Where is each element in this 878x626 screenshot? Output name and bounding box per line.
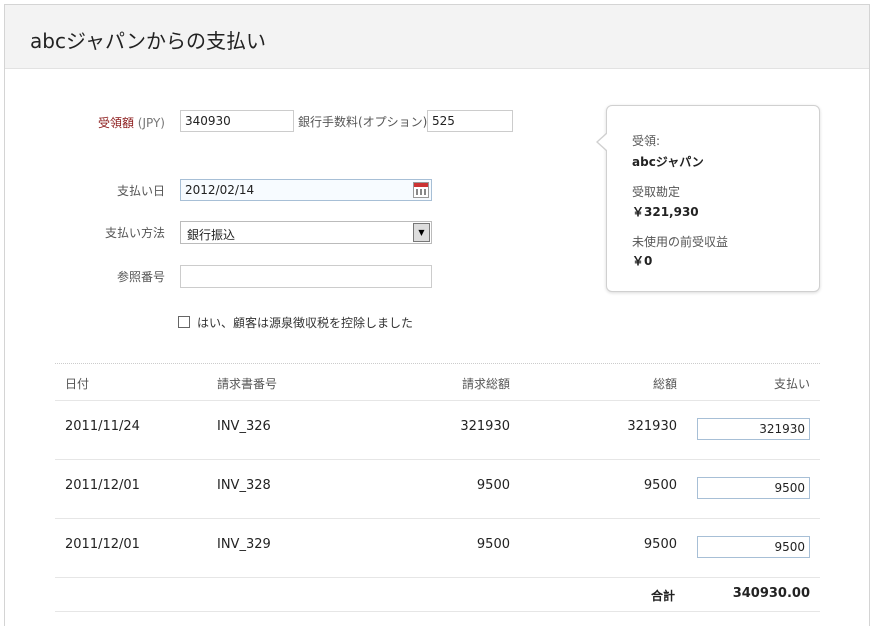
total-label: 合計 (650, 589, 675, 603)
payment-window: abcジャパンからの支払い 受領額 (JPY) 銀行手数料(オプション) 支払い… (4, 4, 870, 626)
unused-credit-value: ￥0 (632, 254, 653, 268)
bank-fee-label: 銀行手数料(オプション) (298, 115, 428, 129)
accounts-receivable-value: ￥321,930 (632, 205, 699, 219)
chevron-down-icon[interactable]: ▼ (413, 223, 430, 242)
row-payment-input[interactable] (697, 418, 810, 440)
row-invoice-number: INV_328 (217, 478, 271, 493)
currency-unit: (JPY) (137, 116, 165, 130)
col-header-invoice-total: 請求総額 (461, 377, 510, 391)
payment-method-select[interactable]: 銀行振込 ▼ (180, 221, 432, 244)
total-value: 340930.00 (732, 586, 810, 601)
row-date: 2011/12/01 (65, 537, 140, 552)
row-date: 2011/11/24 (65, 419, 140, 434)
received-from-value: abcジャパン (632, 155, 704, 169)
amount-received-input[interactable] (180, 110, 294, 132)
payment-date-input[interactable] (180, 179, 432, 201)
col-header-invoice-number: 請求書番号 (217, 377, 278, 391)
tds-checkbox-label: はい、顧客は源泉徴収税を控除しました (197, 316, 414, 330)
row-date: 2011/12/01 (65, 478, 140, 493)
payment-method-value: 銀行振込 (187, 228, 236, 242)
row-payment-input[interactable] (697, 477, 810, 499)
row-amount-due: 9500 (643, 537, 677, 552)
col-header-date: 日付 (65, 377, 90, 391)
row-amount-due: 9500 (643, 478, 677, 493)
payment-date-field (180, 179, 432, 201)
row-invoice-total: 321930 (460, 419, 510, 434)
payment-summary-card: 受領: abcジャパン 受取勘定 ￥321,930 未使用の前受収益 ￥0 (596, 105, 820, 292)
col-header-payment: 支払い (773, 377, 810, 391)
calendar-icon[interactable] (413, 182, 429, 198)
row-amount-due: 321930 (627, 419, 677, 434)
reference-number-input[interactable] (180, 265, 432, 288)
page-title: abcジャパンからの支払い (30, 29, 266, 53)
row-invoice-total: 9500 (476, 478, 510, 493)
accounts-receivable-label: 受取勘定 (632, 185, 681, 199)
col-header-amount-due: 総額 (652, 377, 677, 391)
payment-method-label: 支払い方法 (104, 226, 165, 240)
amount-label: 受領額 (JPY) (97, 116, 165, 130)
received-from-label: 受領: (632, 134, 661, 148)
bank-fee-input[interactable] (427, 110, 513, 132)
page-header: abcジャパンからの支払い (5, 5, 869, 69)
row-invoice-total: 9500 (476, 537, 510, 552)
reference-number-label: 参照番号 (116, 270, 165, 284)
row-invoice-number: INV_326 (217, 419, 271, 434)
row-invoice-number: INV_329 (217, 537, 271, 552)
tds-checkbox[interactable] (178, 316, 190, 328)
unused-credit-label: 未使用の前受収益 (632, 235, 729, 249)
payment-date-label: 支払い日 (116, 184, 165, 198)
row-payment-input[interactable] (697, 536, 810, 558)
